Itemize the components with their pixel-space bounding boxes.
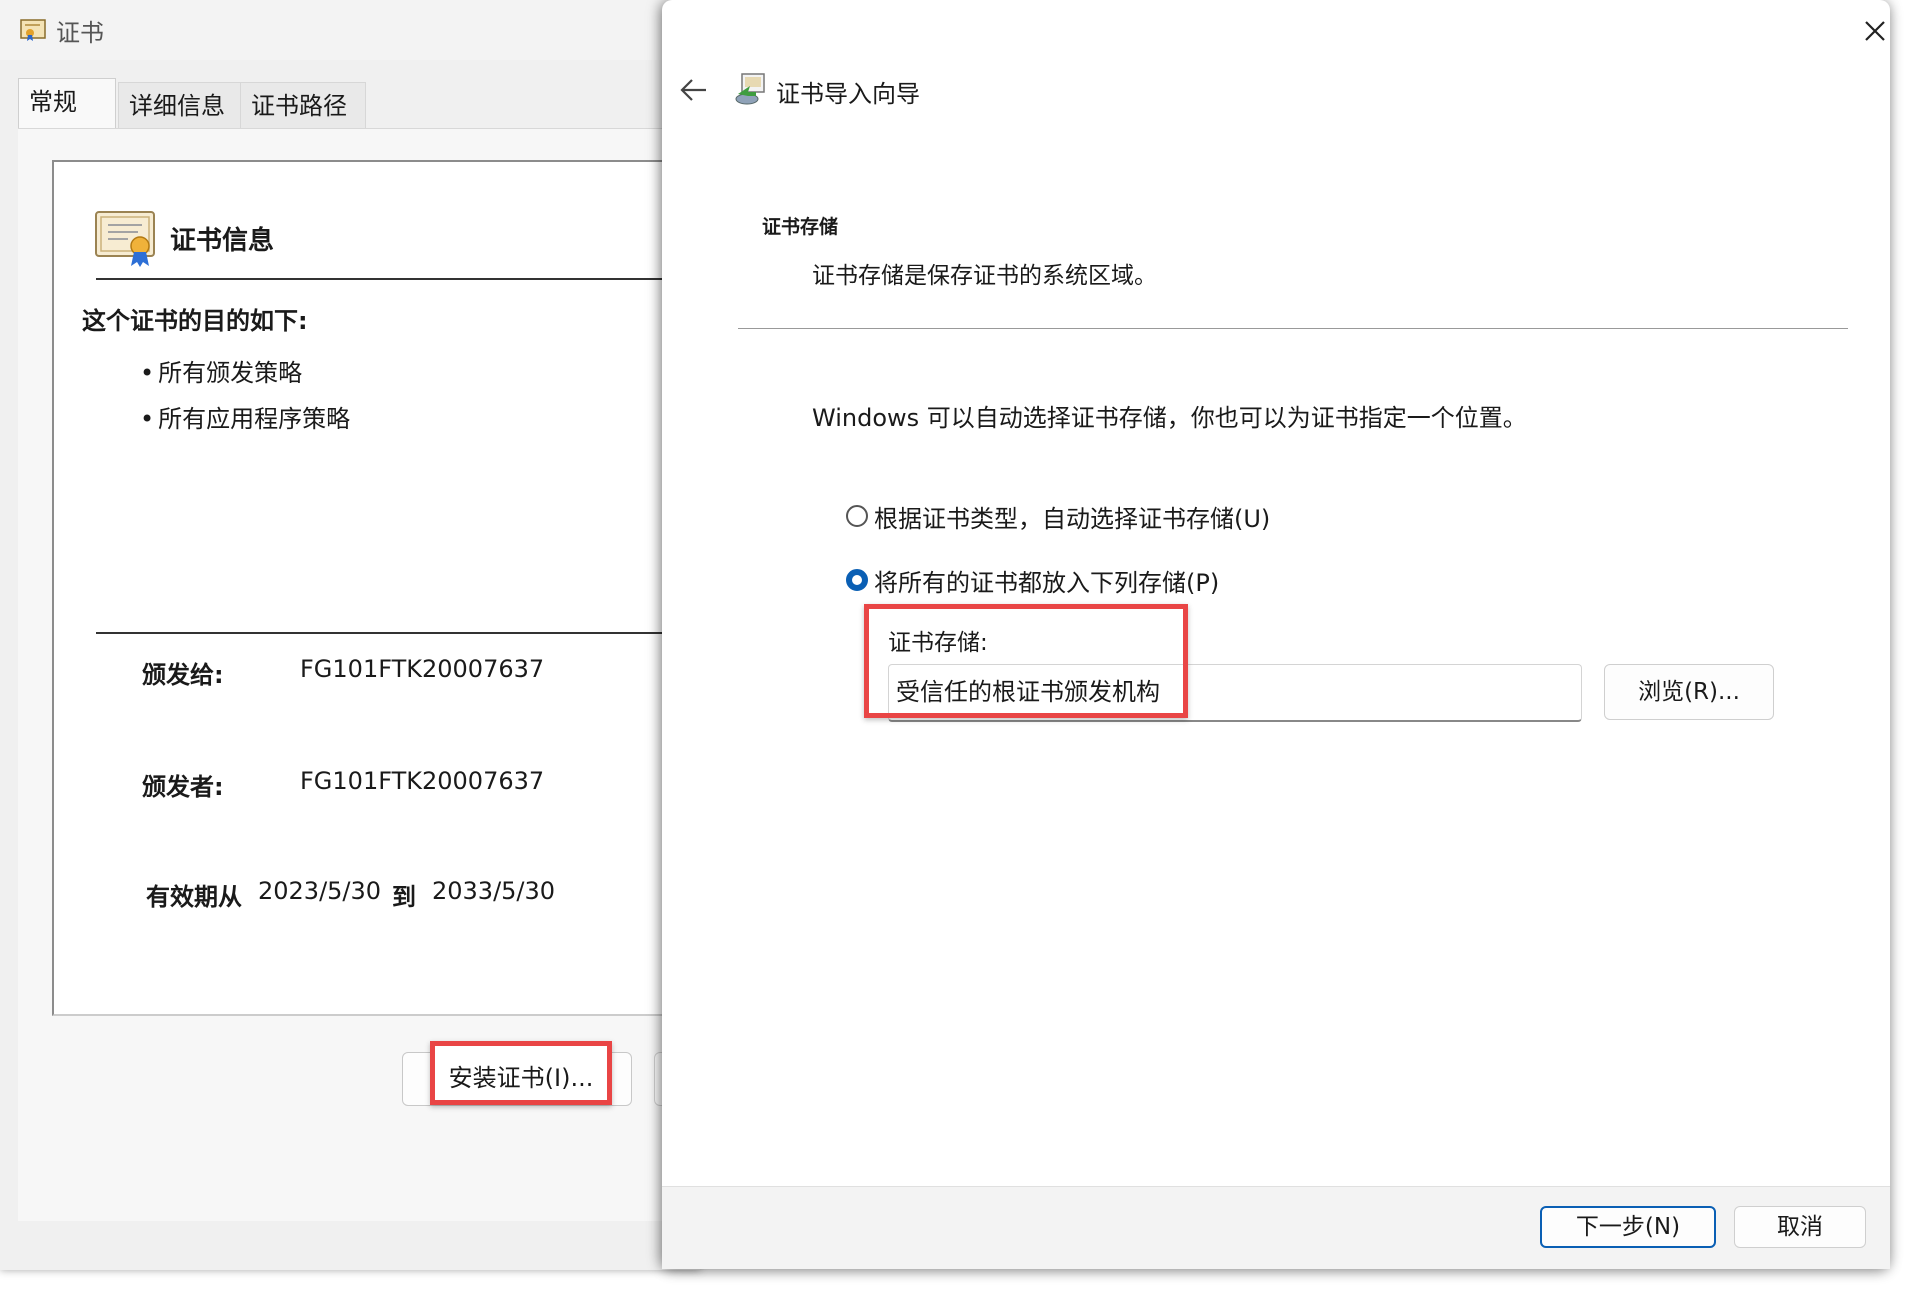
- store-description: 证书存储是保存证书的系统区域。: [812, 263, 1157, 289]
- valid-from-value: 2023/5/30: [258, 877, 382, 905]
- radio-manual-label: 将所有的证书都放入下列存储(P): [874, 568, 1220, 597]
- divider: [96, 632, 706, 634]
- issued-by-label: 颁发者:: [142, 773, 224, 801]
- certificate-info-title: 证书信息: [170, 226, 275, 256]
- tab-details[interactable]: 详细信息: [118, 82, 250, 128]
- certificate-titlebar: 证书: [0, 0, 700, 60]
- install-certificate-label[interactable]: 安装证书(I)...: [430, 1041, 612, 1105]
- next-button[interactable]: 下一步(N): [1540, 1206, 1716, 1248]
- divider: [738, 328, 1848, 329]
- close-icon: [1865, 21, 1885, 41]
- divider: [96, 278, 706, 280]
- back-arrow-icon: [680, 79, 706, 101]
- radio-unchecked-icon[interactable]: [846, 505, 868, 527]
- close-button[interactable]: [1850, 10, 1898, 50]
- tab-general[interactable]: 常规: [18, 78, 116, 128]
- certificate-icon: [20, 18, 48, 42]
- cancel-button[interactable]: 取消: [1734, 1206, 1866, 1248]
- back-button[interactable]: [674, 72, 714, 108]
- issued-to-label: 颁发给:: [142, 661, 224, 689]
- valid-to-value: 2033/5/30: [432, 877, 556, 905]
- valid-to-label: 到: [392, 883, 416, 911]
- certificate-window: 证书 常规 详细信息 证书路径 证书信息 这个证书的目的如下: 所有颁发策略 所…: [0, 0, 714, 1270]
- radio-place-in-store[interactable]: 将所有的证书都放入下列存储(P): [846, 564, 1220, 597]
- purpose-item: 所有应用程序策略: [140, 399, 350, 434]
- window-title: 证书: [56, 19, 104, 47]
- purpose-item: 所有颁发策略: [140, 353, 302, 388]
- browse-button[interactable]: 浏览(R)...: [1604, 664, 1774, 720]
- valid-from-label: 有效期从: [146, 883, 242, 911]
- store-intro-text: Windows 可以自动选择证书存储，你也可以为证书指定一个位置。: [812, 404, 1527, 432]
- certificate-import-wizard: [662, 0, 1890, 1268]
- radio-auto-label: 根据证书类型，自动选择证书存储(U): [874, 504, 1271, 533]
- store-heading: 证书存储: [762, 216, 839, 238]
- issued-to-value: FG101FTK20007637: [300, 655, 545, 683]
- wizard-title: 证书导入向导: [776, 80, 920, 108]
- radio-checked-icon[interactable]: [846, 569, 868, 591]
- certificate-icon: [94, 208, 160, 268]
- radio-auto-select-store[interactable]: 根据证书类型，自动选择证书存储(U): [846, 500, 1271, 533]
- purpose-heading: 这个证书的目的如下:: [82, 307, 308, 335]
- tab-certification-path[interactable]: 证书路径: [240, 82, 366, 128]
- issued-by-value: FG101FTK20007637: [300, 767, 545, 795]
- certificate-import-icon: [734, 72, 768, 106]
- highlight-annotation: [864, 604, 1188, 718]
